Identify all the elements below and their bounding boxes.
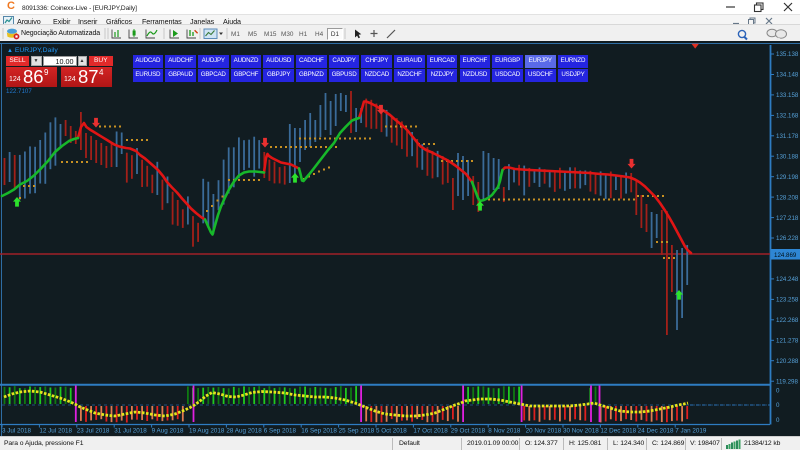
svg-text:24 Dec 2018: 24 Dec 2018 — [638, 428, 674, 435]
svg-text:7 Jan 2019: 7 Jan 2019 — [675, 428, 707, 435]
svg-text:119.298: 119.298 — [776, 378, 798, 385]
svg-text:0: 0 — [776, 388, 780, 395]
svg-text:12 Dec 2018: 12 Dec 2018 — [600, 428, 636, 435]
svg-text:31 Jul 2018: 31 Jul 2018 — [114, 428, 147, 435]
svg-text:124.869: 124.869 — [774, 252, 797, 259]
svg-text:120.288: 120.288 — [776, 358, 799, 365]
svg-text:29 Oct 2018: 29 Oct 2018 — [451, 428, 486, 435]
svg-text:20 Nov 2018: 20 Nov 2018 — [526, 428, 562, 435]
svg-text:25 Sep 2018: 25 Sep 2018 — [339, 428, 375, 435]
svg-text:130.188: 130.188 — [776, 153, 799, 160]
svg-text:128.208: 128.208 — [776, 194, 799, 201]
svg-text:135.138: 135.138 — [776, 51, 799, 58]
svg-text:134.148: 134.148 — [776, 72, 799, 79]
svg-text:127.218: 127.218 — [776, 215, 799, 222]
svg-text:126.228: 126.228 — [776, 235, 799, 242]
svg-text:133.158: 133.158 — [776, 92, 799, 99]
svg-text:123.258: 123.258 — [776, 297, 799, 304]
svg-text:0: 0 — [776, 402, 780, 409]
svg-text:17 Oct 2018: 17 Oct 2018 — [413, 428, 448, 435]
svg-text:129.198: 129.198 — [776, 174, 799, 181]
svg-text:132.168: 132.168 — [776, 113, 799, 120]
svg-text:16 Sep 2018: 16 Sep 2018 — [301, 428, 337, 435]
svg-text:6 Sep 2018: 6 Sep 2018 — [264, 428, 297, 435]
svg-text:122.268: 122.268 — [776, 317, 799, 324]
svg-text:12 Jul 2018: 12 Jul 2018 — [39, 428, 72, 435]
svg-text:3 Jul 2018: 3 Jul 2018 — [2, 428, 32, 435]
svg-text:28 Aug 2018: 28 Aug 2018 — [226, 428, 262, 435]
svg-text:124.248: 124.248 — [776, 276, 799, 283]
svg-text:131.178: 131.178 — [776, 133, 799, 140]
svg-text:0: 0 — [776, 417, 780, 424]
svg-text:121.278: 121.278 — [776, 338, 799, 345]
svg-text:30 Nov 2018: 30 Nov 2018 — [563, 428, 599, 435]
svg-text:8 Nov 2018: 8 Nov 2018 — [488, 428, 521, 435]
svg-text:5 Oct 2018: 5 Oct 2018 — [376, 428, 407, 435]
svg-text:23 Jul 2018: 23 Jul 2018 — [77, 428, 110, 435]
svg-text:9 Aug 2018: 9 Aug 2018 — [152, 428, 184, 435]
svg-text:19 Aug 2018: 19 Aug 2018 — [189, 428, 225, 435]
